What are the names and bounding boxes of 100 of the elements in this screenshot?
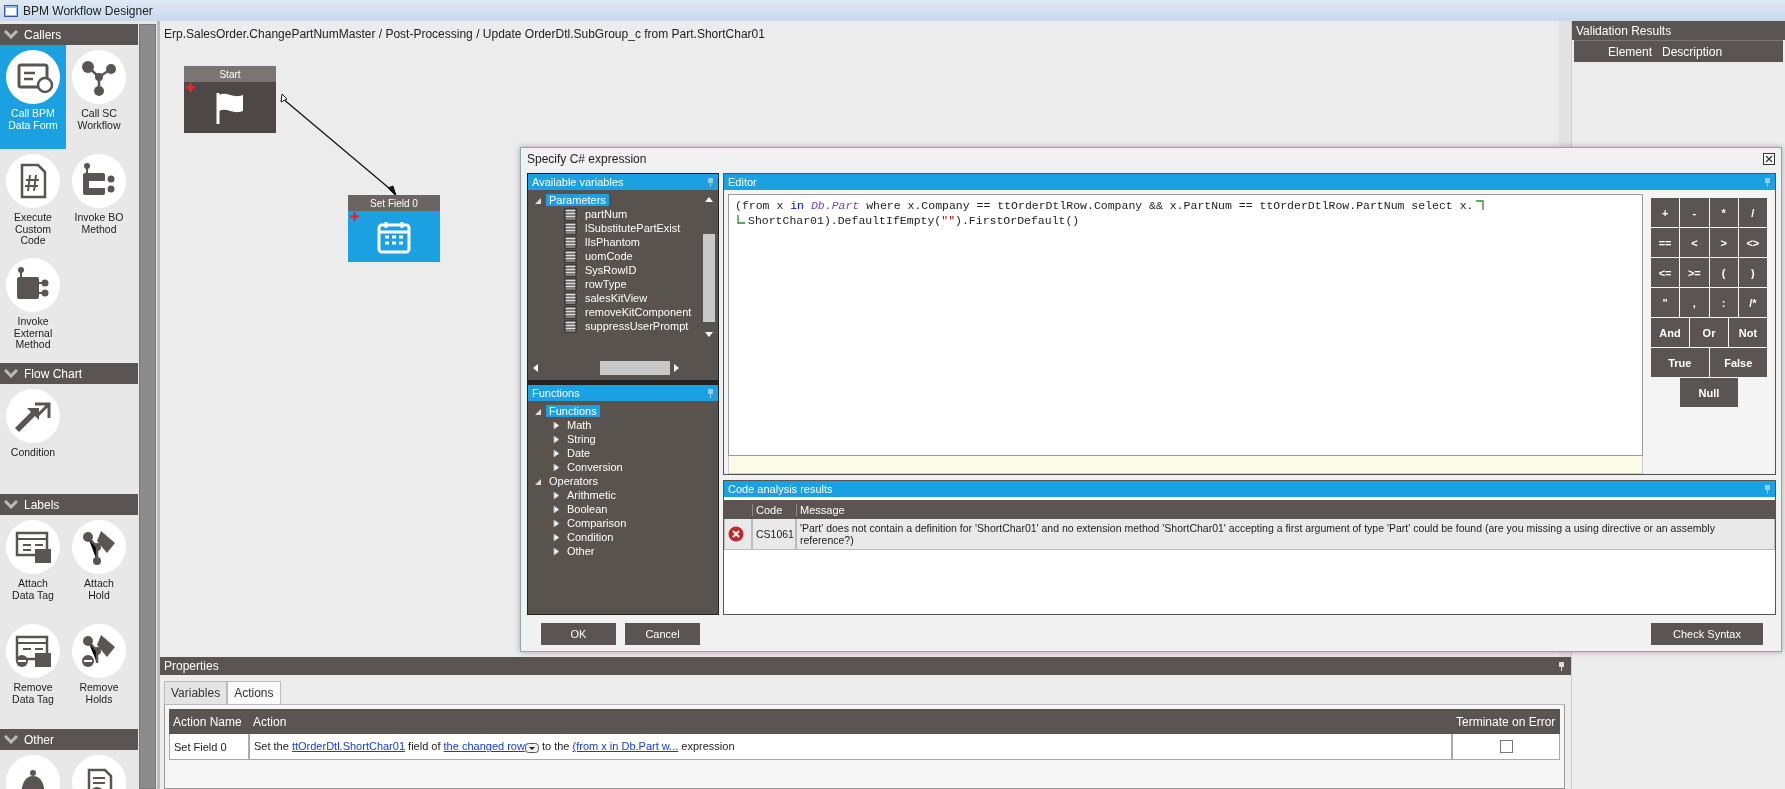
section-header[interactable]: Other [0, 729, 139, 750]
table-cell: CS1061 [756, 528, 794, 540]
variable-icon [564, 277, 578, 291]
keypad-key[interactable]: ) [1738, 258, 1767, 287]
scrollbar[interactable] [139, 24, 156, 789]
tree-item[interactable]: Date [564, 447, 594, 459]
tree-item[interactable]: uomCode [582, 250, 636, 262]
tree-item[interactable]: Boolean [564, 503, 611, 515]
section-title: Other [24, 732, 54, 747]
tool-icon [5, 623, 61, 679]
tree-item[interactable]: String [564, 433, 599, 445]
tree-item[interactable]: lSubstitutePartExist [582, 222, 684, 234]
expand-arrow-icon[interactable] [552, 420, 560, 430]
dropdown-icon[interactable] [524, 742, 539, 753]
variable-icon [564, 319, 578, 333]
close-icon[interactable] [1763, 153, 1775, 165]
keypad-key[interactable]: Null [1680, 378, 1738, 407]
panel-title: Code analysis results [728, 483, 833, 495]
checkbox[interactable] [1499, 740, 1513, 753]
code-editor[interactable]: (from x in Db.Part where x.Company == ttOrderDtlRow.Company && x.PartNum == ttOrderDtlRow.PartNum select x. ShortChar01).DefaultIfEmpty("").FirstOrDefault() [728, 194, 1643, 456]
toolbox-item[interactable]: Attach Data Tag [0, 515, 66, 619]
node-title: Set Field 0 [370, 197, 418, 209]
tool-icon [5, 257, 61, 313]
cancel-button[interactable]: Cancel [625, 623, 700, 645]
chevron-icon [4, 500, 18, 509]
keypad-key[interactable]: - [1680, 198, 1709, 227]
expand-arrow-icon[interactable] [552, 518, 560, 528]
link[interactable]: the changed row [443, 740, 525, 753]
calendar-icon [377, 219, 411, 254]
keypad-key[interactable]: <> [1738, 228, 1767, 257]
keypad-key[interactable]: , [1680, 288, 1709, 317]
tree-item[interactable]: Condition [564, 531, 617, 543]
expand-arrow-icon[interactable] [552, 434, 560, 444]
tool-icon [71, 49, 127, 105]
toolbox-item[interactable]: Call SC Workflow [66, 45, 132, 149]
pin-icon[interactable] [1558, 661, 1565, 671]
toolbox-item[interactable]: Remove Holds [66, 619, 132, 723]
tree-item[interactable]: Arithmetic [564, 489, 619, 501]
tool-icon [5, 153, 61, 209]
keypad-key[interactable]: /* [1738, 288, 1767, 317]
toolbox-item[interactable]: Invoke BO Method [66, 149, 132, 253]
tree-item[interactable]: partNum [582, 208, 631, 220]
section-title: Labels [24, 497, 60, 512]
toolbox-item[interactable]: Remove Data Tag [0, 619, 66, 723]
tab[interactable]: Actions [227, 681, 281, 704]
tree-item[interactable]: Other [564, 545, 598, 557]
expand-arrow-icon[interactable] [552, 462, 560, 472]
toolbox-item[interactable]: Condition [0, 384, 66, 488]
keypad-key[interactable]: >= [1680, 258, 1709, 287]
tree-item[interactable]: Comparison [564, 517, 630, 529]
keypad-key[interactable]: < [1680, 228, 1709, 257]
keypad-key[interactable]: * [1709, 198, 1738, 227]
tab[interactable]: Variables [164, 681, 228, 704]
toolbox-item[interactable]: Execute Custom Code [0, 149, 66, 253]
chevron-icon [4, 735, 18, 744]
keypad-key[interactable]: : [1709, 288, 1738, 317]
keypad-key[interactable]: > [1709, 228, 1738, 257]
ok-button[interactable]: OK [541, 623, 616, 645]
expand-arrow-icon[interactable] [552, 504, 560, 514]
keypad-key[interactable]: <= [1651, 258, 1680, 287]
variable-icon [564, 263, 578, 277]
tool-icon [71, 153, 127, 209]
dialog-title: Specify C# expression [527, 152, 647, 166]
keypad-key[interactable]: True [1651, 348, 1709, 377]
toolbox-item[interactable]: Attach Hold [66, 515, 132, 619]
tool-icon [71, 623, 127, 679]
check-syntax-button[interactable]: Check Syntax [1651, 623, 1763, 645]
tool-icon [71, 519, 127, 575]
tree-item[interactable]: rowType [582, 278, 630, 290]
expand-arrow-icon[interactable] [552, 490, 560, 500]
tree-item[interactable]: suppressUserPrompt [582, 320, 692, 332]
section-header[interactable]: Labels [0, 494, 139, 515]
tree-item[interactable]: lIsPhantom [582, 236, 644, 248]
tree-item[interactable]: Operators [546, 475, 601, 487]
keypad-key[interactable]: ( [1709, 258, 1738, 287]
link[interactable]: ttOrderDtl.ShortChar01 [291, 740, 406, 753]
window-title: BPM Workflow Designer [23, 3, 153, 18]
expand-arrow-icon[interactable] [552, 532, 560, 542]
toolbox-item[interactable]: Invoke External Method [0, 253, 66, 357]
panel-title: Validation Results [1576, 23, 1672, 38]
tree-item[interactable]: salesKitView [582, 292, 651, 304]
keypad-key[interactable]: == [1651, 228, 1680, 257]
keypad-key[interactable]: / [1738, 198, 1767, 227]
expand-arrow-icon[interactable] [552, 546, 560, 556]
link[interactable]: (from x in Db.Part w... [572, 740, 679, 753]
keypad-key[interactable]: " [1651, 288, 1680, 317]
tree-item[interactable]: Math [564, 419, 595, 431]
section-header[interactable]: Flow Chart [0, 363, 139, 384]
expand-arrow-icon[interactable] [552, 448, 560, 458]
tree-item[interactable]: Conversion [564, 461, 626, 473]
keypad-key[interactable]: And [1651, 318, 1689, 347]
keypad-key[interactable]: Not [1729, 318, 1767, 347]
keypad-key[interactable]: False [1709, 348, 1767, 377]
keypad-key[interactable]: + [1651, 198, 1680, 227]
tool-icon [5, 519, 61, 575]
tree-item[interactable]: SysRowID [582, 264, 640, 276]
section-header[interactable]: Callers [0, 24, 139, 45]
tree-item[interactable]: removeKitComponent [582, 306, 695, 318]
variable-icon [564, 305, 578, 319]
keypad-key[interactable]: Or [1690, 318, 1728, 347]
